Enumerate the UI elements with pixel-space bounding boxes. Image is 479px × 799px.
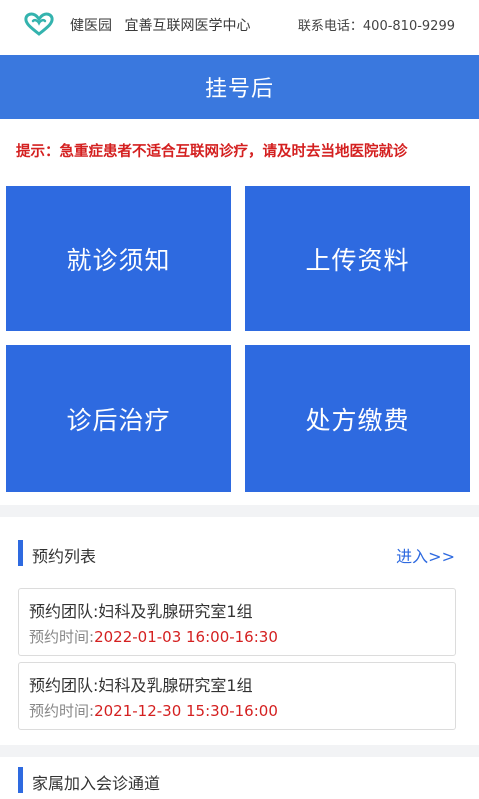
appointment-time-row: 预约时间:2021-12-30 15:30-16:00	[29, 700, 278, 721]
appointment-team: 预约团队:妇科及乳腺研究室1组	[29, 676, 253, 695]
appointment-card[interactable]: 预约团队:妇科及乳腺研究室1组 预约时间:2022-01-03 16:00-16…	[18, 588, 456, 656]
section-divider	[0, 505, 479, 517]
tile-visit-notice[interactable]: 就诊须知	[6, 186, 231, 331]
appointments-section-header: 预约列表 进入>>	[0, 538, 479, 568]
appointment-team: 预约团队:妇科及乳腺研究室1组	[29, 602, 253, 621]
heart-logo-icon	[24, 12, 54, 36]
center-name: 宜善互联网医学中心	[124, 18, 251, 34]
section-accent-bar	[18, 540, 23, 566]
appointment-time-label: 预约时间:	[29, 628, 95, 646]
family-section-header: 家属加入会诊通道	[0, 765, 479, 795]
tile-post-visit-treatment[interactable]: 诊后治疗	[6, 345, 231, 492]
section-accent-bar	[18, 767, 23, 793]
appointment-time-label: 预约时间:	[29, 702, 95, 720]
top-header: 健医园 宜善互联网医学中心 联系电话：400-810-9299	[0, 0, 479, 48]
appointments-enter-link[interactable]: 进入>>	[396, 543, 455, 567]
appointment-time: 2021-12-30 15:30-16:00	[94, 702, 278, 720]
appointment-time: 2022-01-03 16:00-16:30	[94, 628, 278, 646]
appointment-card[interactable]: 预约团队:妇科及乳腺研究室1组 预约时间:2021-12-30 15:30-16…	[18, 662, 456, 730]
family-consult-title[interactable]: 家属加入会诊通道	[32, 770, 160, 794]
brand: 健医园 宜善互联网医学中心	[70, 15, 250, 35]
warning-notice: 提示：急重症患者不适合互联网诊疗，请及时去当地医院就诊	[16, 144, 408, 160]
tile-upload-documents[interactable]: 上传资料	[245, 186, 470, 331]
page-title: 挂号后	[0, 55, 479, 119]
tile-prescription-payment[interactable]: 处方缴费	[245, 345, 470, 492]
appointments-title: 预约列表	[32, 547, 97, 566]
brand-name: 健医园	[70, 18, 112, 34]
appointment-time-row: 预约时间:2022-01-03 16:00-16:30	[29, 626, 278, 647]
contact-phone[interactable]: 联系电话：400-810-9299	[298, 15, 455, 34]
section-divider	[0, 745, 479, 757]
